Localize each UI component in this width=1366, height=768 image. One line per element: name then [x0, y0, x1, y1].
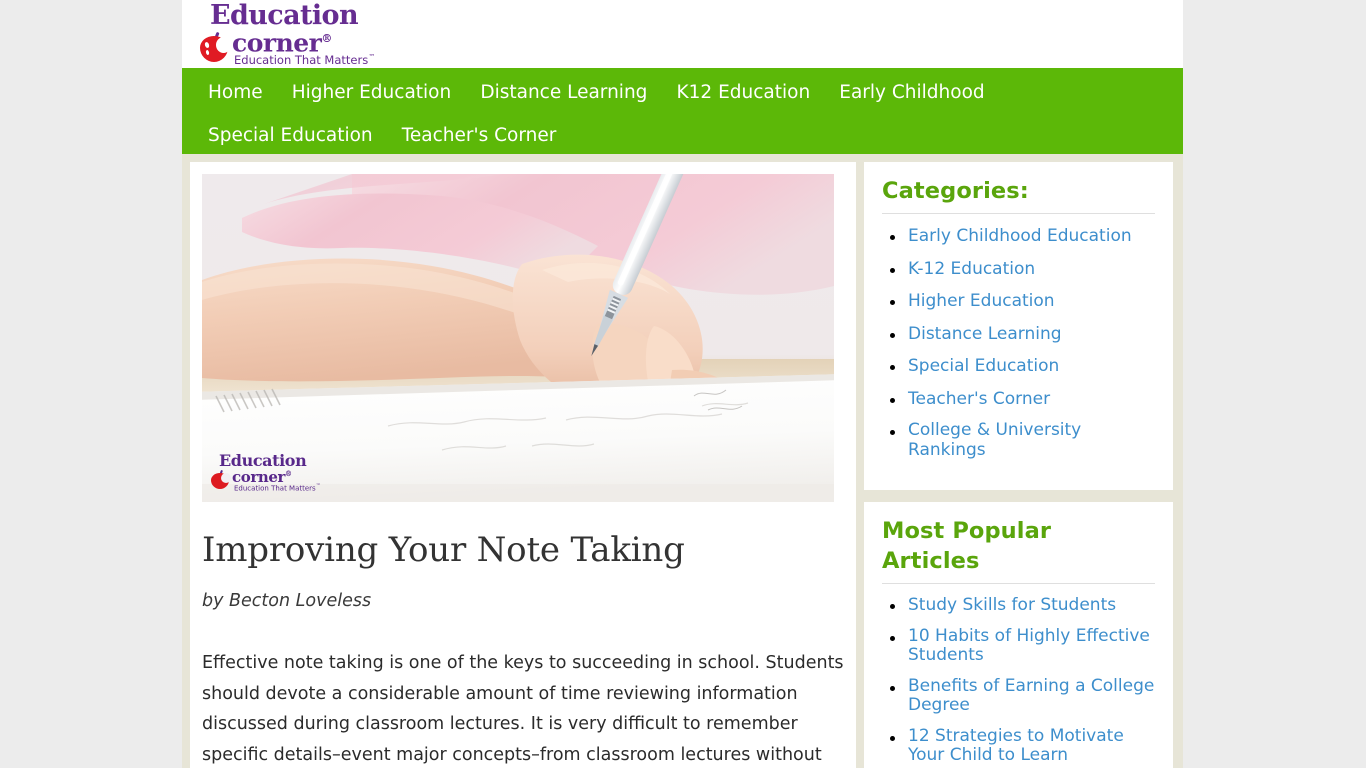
list-item[interactable]: Benefits of Earning a College Degree [882, 676, 1155, 716]
trademark-mark: ™ [368, 53, 376, 61]
nav-item-higher-education[interactable]: Higher Education [280, 71, 464, 114]
nav-item-early-childhood[interactable]: Early Childhood [827, 71, 996, 114]
hero-watermark-logo: Education corner® Education That Matters… [210, 452, 342, 496]
nav-item-special-education[interactable]: Special Education [196, 114, 385, 157]
site-header: Education corner® Education That Matters… [182, 0, 1183, 68]
popular-link-10-habits[interactable]: 10 Habits of Highly Effective Students [908, 626, 1155, 666]
sidebar: Categories: Early Childhood Education K-… [864, 162, 1173, 768]
category-link-special-education[interactable]: Special Education [908, 356, 1059, 377]
most-popular-heading: Most Popular Articles [882, 516, 1155, 584]
nav-list: Home Higher Education Distance Learning … [196, 68, 1169, 157]
nav-link-early-childhood[interactable]: Early Childhood [827, 71, 996, 114]
popular-link-benefits-college-degree[interactable]: Benefits of Earning a College Degree [908, 676, 1155, 716]
apple-icon [198, 31, 231, 62]
nav-link-higher-education[interactable]: Higher Education [280, 71, 464, 114]
nav-link-special-education[interactable]: Special Education [196, 114, 385, 157]
list-item[interactable]: Special Education [882, 356, 1155, 377]
nav-link-home[interactable]: Home [196, 71, 275, 114]
logo-tagline: Education That Matters™ [234, 52, 376, 67]
watermark-apple-icon [210, 469, 231, 489]
registered-mark: ® [321, 32, 332, 45]
popular-link-study-skills[interactable]: Study Skills for Students [908, 595, 1116, 616]
nav-item-distance-learning[interactable]: Distance Learning [468, 71, 659, 114]
site-logo[interactable]: Education corner® Education That Matters… [198, 2, 398, 66]
article-paragraph: Effective note taking is one of the keys… [202, 653, 844, 765]
list-item[interactable]: Study Skills for Students [882, 595, 1155, 616]
categories-card: Categories: Early Childhood Education K-… [864, 162, 1173, 490]
category-link-teachers-corner[interactable]: Teacher's Corner [908, 389, 1050, 410]
category-link-higher-education[interactable]: Higher Education [908, 291, 1055, 312]
list-item[interactable]: 10 Habits of Highly Effective Students [882, 626, 1155, 666]
list-item[interactable]: K-12 Education [882, 259, 1155, 280]
list-item[interactable]: Early Childhood Education [882, 226, 1155, 247]
popular-link-12-strategies[interactable]: 12 Strategies to Motivate Your Child to … [908, 726, 1155, 766]
nav-item-home[interactable]: Home [196, 71, 275, 114]
most-popular-list: Study Skills for Students 10 Habits of H… [882, 595, 1155, 768]
page-title: Improving Your Note Taking [202, 530, 685, 570]
category-link-k12-education[interactable]: K-12 Education [908, 259, 1035, 280]
category-link-distance-learning[interactable]: Distance Learning [908, 324, 1062, 345]
main-navigation: Home Higher Education Distance Learning … [182, 68, 1183, 154]
categories-heading: Categories: [882, 176, 1155, 214]
nav-link-distance-learning[interactable]: Distance Learning [468, 71, 659, 114]
article-hero-image: Education corner® Education That Matters… [202, 174, 834, 502]
list-item[interactable]: 12 Strategies to Motivate Your Child to … [882, 726, 1155, 766]
list-item[interactable]: Teacher's Corner [882, 389, 1155, 410]
article-column: Education corner® Education That Matters… [190, 162, 856, 768]
category-link-early-childhood-education[interactable]: Early Childhood Education [908, 226, 1132, 247]
list-item[interactable]: Distance Learning [882, 324, 1155, 345]
nav-item-k12-education[interactable]: K12 Education [665, 71, 823, 114]
most-popular-articles-card: Most Popular Articles Study Skills for S… [864, 502, 1173, 768]
nav-link-teachers-corner[interactable]: Teacher's Corner [390, 114, 569, 157]
nav-item-teachers-corner[interactable]: Teacher's Corner [390, 114, 569, 157]
watermark-tagline: Education That Matters™ [234, 483, 321, 493]
page-root: Education corner® Education That Matters… [0, 0, 1366, 768]
nav-link-k12-education[interactable]: K12 Education [665, 71, 823, 114]
categories-list: Early Childhood Education K-12 Education… [882, 226, 1155, 460]
list-item[interactable]: College & University Rankings [882, 420, 1155, 460]
article-byline: by Becton Loveless [202, 591, 372, 611]
category-link-college-university-rankings[interactable]: College & University Rankings [908, 420, 1155, 460]
list-item[interactable]: Higher Education [882, 291, 1155, 312]
